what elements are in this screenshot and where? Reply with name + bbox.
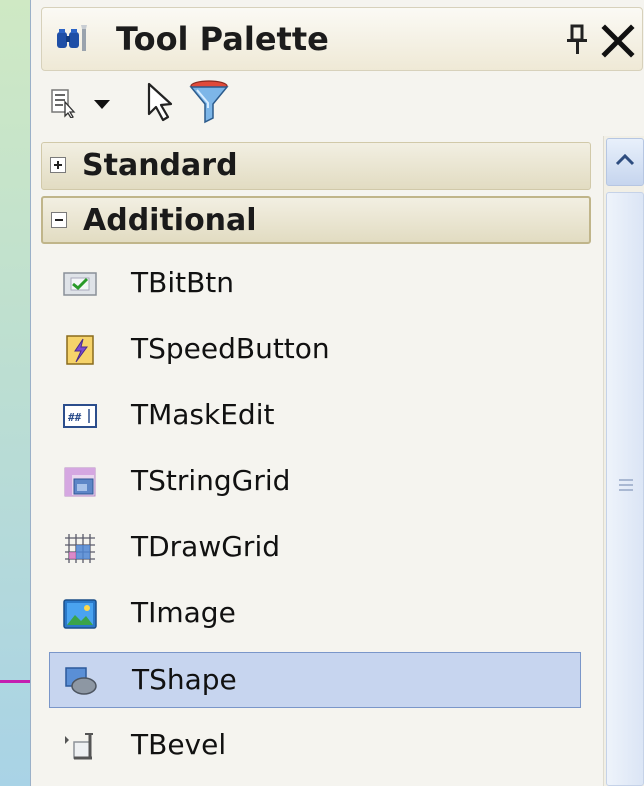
collapse-minus-icon[interactable] (51, 212, 67, 228)
bevel-icon (63, 730, 97, 762)
panel-title: Tool Palette (116, 20, 329, 58)
bitbtn-icon (63, 268, 97, 300)
close-icon[interactable] (598, 20, 638, 60)
component-item-tshape[interactable]: TShape (49, 652, 581, 708)
expand-plus-icon[interactable] (50, 157, 66, 173)
dropdown-arrow-icon[interactable] (91, 88, 113, 118)
grip-icon (619, 479, 633, 491)
component-item-tstringgrid[interactable]: TStringGrid (49, 454, 581, 510)
component-item-tbitbtn[interactable]: TBitBtn (49, 256, 581, 312)
component-label: TMaskEdit (131, 398, 275, 431)
speedbutton-icon (63, 334, 97, 366)
image-icon (63, 598, 97, 630)
component-item-tbevel[interactable]: TBevel (49, 718, 581, 774)
component-item-tmaskedit[interactable]: ## TMaskEdit (49, 388, 581, 444)
scroll-up-button[interactable] (606, 138, 644, 186)
pin-icon[interactable] (562, 20, 592, 58)
palette-list: Standard Additional TBitBtn TSpeedButton… (41, 136, 601, 786)
scroll-thumb[interactable] (606, 192, 644, 786)
component-label: TImage (131, 596, 236, 629)
category-additional[interactable]: Additional (41, 196, 591, 244)
filter-icon[interactable] (187, 78, 231, 126)
svg-text:##: ## (68, 411, 82, 424)
chevron-up-icon (615, 153, 635, 166)
category-standard[interactable]: Standard (41, 142, 591, 190)
stringgrid-icon (63, 466, 97, 498)
palette-toolbar (41, 74, 641, 132)
component-label: TStringGrid (131, 464, 291, 497)
vertical-scrollbar[interactable] (603, 136, 644, 786)
pointer-arrow-icon[interactable] (141, 80, 181, 124)
drawgrid-icon (63, 532, 97, 564)
shape-icon (64, 665, 98, 697)
tool-palette-panel: Tool Palette Standard Additional TBitBtn… (30, 0, 644, 786)
component-item-tspeedbutton[interactable]: TSpeedButton (49, 322, 581, 378)
component-label: TShape (132, 663, 237, 696)
component-item-timage[interactable]: TImage (49, 586, 581, 642)
category-label: Standard (82, 148, 238, 183)
categories-icon[interactable] (49, 88, 79, 119)
component-label: TDrawGrid (131, 530, 280, 563)
component-item-tdrawgrid[interactable]: TDrawGrid (49, 520, 581, 576)
component-label: TBitBtn (131, 266, 235, 299)
panel-title-bar[interactable]: Tool Palette (41, 7, 643, 71)
tool-palette-icon (56, 23, 90, 55)
component-label: TSpeedButton (131, 332, 330, 365)
component-label: TBevel (131, 728, 227, 761)
maskedit-icon: ## (63, 400, 97, 432)
category-label: Additional (83, 203, 257, 238)
